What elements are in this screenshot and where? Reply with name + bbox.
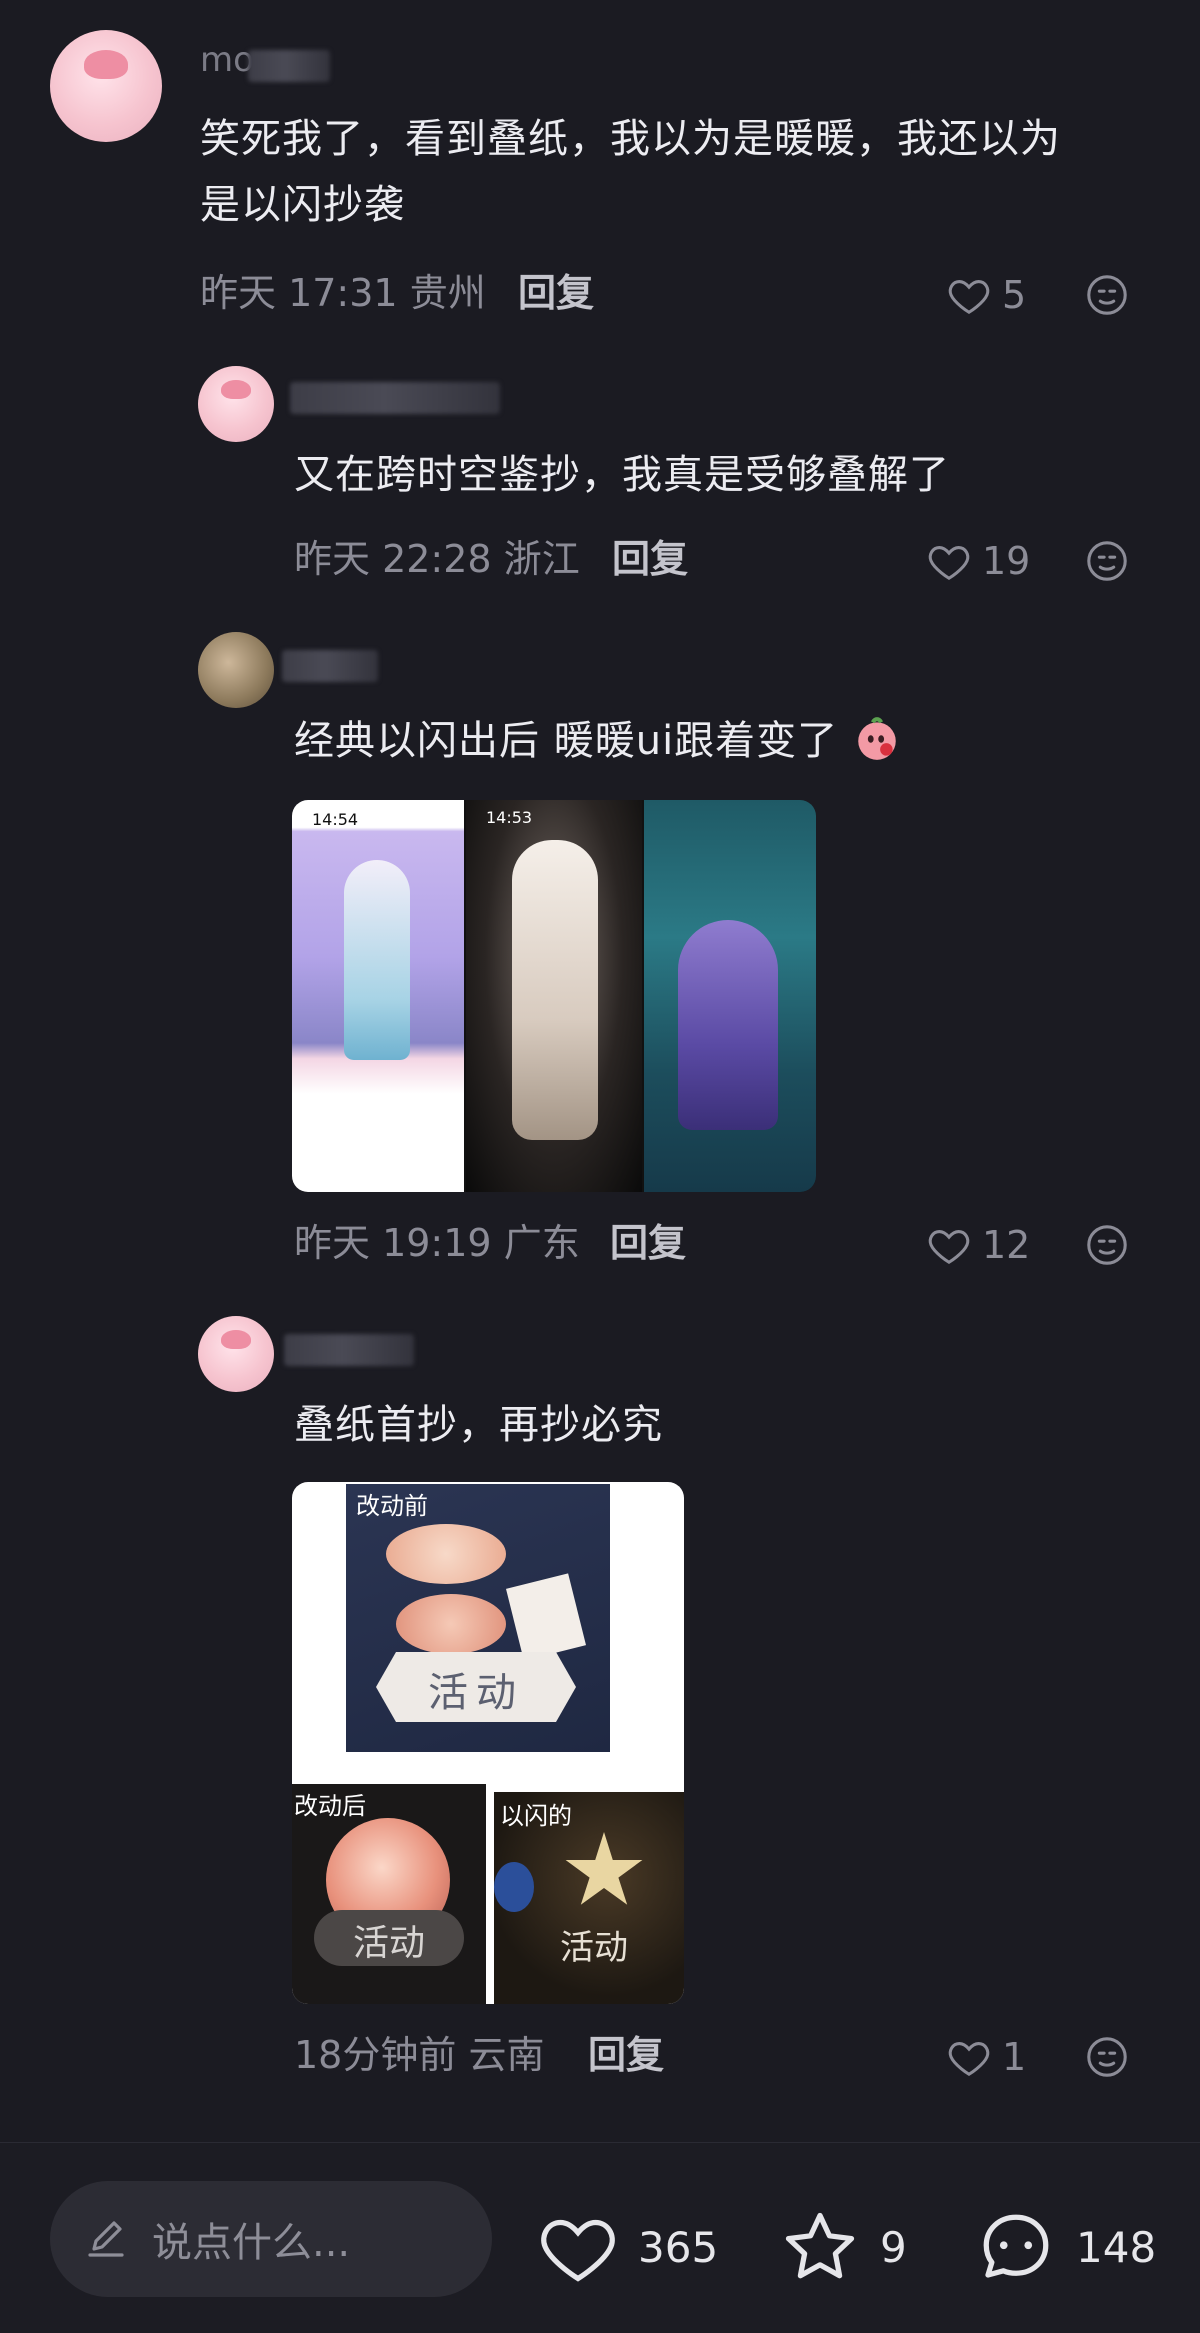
avatar[interactable] — [198, 632, 274, 708]
username-blur — [290, 382, 500, 414]
star-icon — [785, 2212, 855, 2279]
favorite-count: 9 — [880, 2222, 907, 2272]
comment-button[interactable]: 148 — [974, 2205, 1156, 2289]
like-button[interactable]: 5 — [946, 270, 1026, 320]
like-count: 1 — [1002, 2035, 1027, 2079]
like-button[interactable]: 19 — [926, 536, 1030, 586]
comment-text: 笑死我了，看到叠纸，我以为是暖暖，我还以为 是以闪抄袭 — [200, 116, 1061, 228]
face-icon[interactable] — [1084, 538, 1130, 584]
heart-icon — [928, 546, 970, 581]
after-label: 改动后 — [294, 1792, 366, 1820]
avatar[interactable] — [198, 1316, 274, 1392]
pencil-icon — [88, 2221, 124, 2257]
reply-button[interactable]: 回复 — [612, 534, 688, 584]
heart-icon — [948, 280, 990, 315]
face-icon[interactable] — [1084, 2034, 1130, 2080]
username-blur — [282, 650, 378, 682]
comment-item: mo 笑死我了，看到叠纸，我以为是暖暖，我还以为 是以闪抄袭 昨天 17:31 … — [0, 0, 1200, 340]
heart-icon — [948, 2042, 990, 2077]
comment-input[interactable]: 说点什么... — [50, 2181, 492, 2297]
post-like-count: 365 — [638, 2222, 719, 2272]
like-button[interactable]: 12 — [926, 1220, 1030, 1270]
screenshot-panel — [644, 800, 816, 1192]
peach-emoji-icon — [858, 717, 896, 760]
chat-bubble-icon — [983, 2214, 1049, 2278]
reply-button[interactable]: 回复 — [610, 1218, 686, 1268]
like-count: 5 — [1002, 273, 1027, 317]
screenshot-panel: 14:53 — [466, 800, 642, 1192]
comment-text: 叠纸首抄，再抄必究 — [294, 1402, 663, 1448]
comment-time-location: 昨天 22:28 浙江 — [294, 537, 580, 581]
image-before-panel: 活动 — [346, 1484, 610, 1752]
face-icon[interactable] — [1084, 1222, 1130, 1268]
comment-image[interactable]: 活动 改动前 活动 改动后 活动 以闪的 — [292, 1482, 684, 2004]
favorite-button[interactable]: 9 — [778, 2205, 907, 2289]
like-button[interactable]: 1 — [946, 2032, 1026, 2082]
like-post-button[interactable]: 365 — [536, 2205, 718, 2289]
like-count: 19 — [982, 539, 1031, 583]
heart-icon — [541, 2219, 615, 2282]
comment-time-location: 18分钟前 云南 — [294, 2033, 545, 2077]
comment-item: 经典以闪出后 暖暖ui跟着变了 14:54 14:53 昨天 19:19 广东 … — [0, 600, 1200, 1290]
other-label: 以闪的 — [500, 1802, 572, 1830]
comment-time-location: 昨天 17:31 贵州 — [200, 271, 486, 315]
avatar[interactable] — [198, 366, 274, 442]
comment-count: 148 — [1076, 2222, 1157, 2272]
comment-text: 又在跨时空鉴抄，我真是受够叠解了 — [294, 452, 950, 498]
heart-icon — [928, 1230, 970, 1265]
comment-item: 又在跨时空鉴抄，我真是受够叠解了 昨天 22:28 浙江 回复 19 — [0, 340, 1200, 600]
comment-input-placeholder: 说点什么... — [152, 2220, 351, 2266]
comment-text: 经典以闪出后 暖暖ui跟着变了 — [294, 708, 1154, 774]
username-blur — [284, 1334, 414, 1366]
reply-button[interactable]: 回复 — [518, 268, 594, 318]
before-label: 改动前 — [356, 1492, 428, 1520]
reply-button[interactable]: 回复 — [588, 2030, 664, 2080]
face-icon[interactable] — [1084, 272, 1130, 318]
avatar[interactable] — [50, 30, 162, 142]
comment-time-location: 昨天 19:19 广东 — [294, 1221, 580, 1265]
comment-image[interactable]: 14:54 14:53 — [292, 800, 816, 1192]
username-blur — [248, 50, 330, 82]
activity-label: 活动 — [428, 1670, 524, 1716]
screenshot-panel: 14:54 — [292, 800, 464, 1192]
image-other-panel: 活动 以闪的 — [494, 1792, 684, 2004]
image-after-panel: 活动 改动后 — [292, 1784, 486, 2004]
bottom-action-bar: 说点什么... 365 9 148 — [0, 2142, 1200, 2333]
username[interactable]: mo — [200, 40, 254, 80]
comment-item: 叠纸首抄，再抄必究 活动 改动前 活动 改动后 活动 以闪的 18分钟前 云南 … — [0, 1290, 1200, 2100]
like-count: 12 — [982, 1223, 1031, 1267]
